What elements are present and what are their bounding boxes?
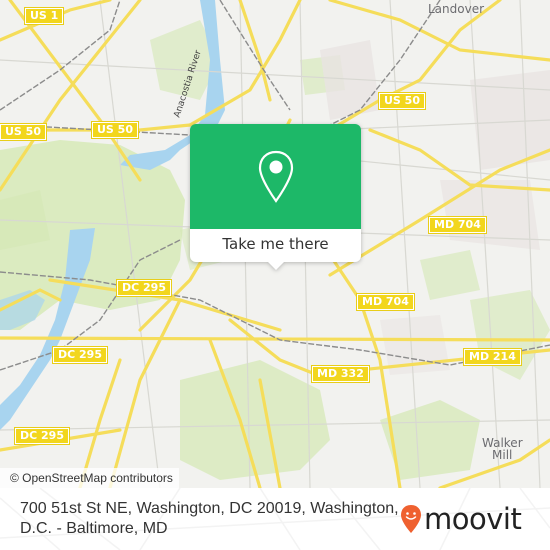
popup-header (190, 124, 361, 229)
location-popup: Take me there (190, 124, 361, 270)
route-shield-us1: US 1 (23, 7, 65, 25)
take-me-there-button[interactable]: Take me there (190, 229, 361, 262)
map-attribution[interactable]: © OpenStreetMap contributors (0, 468, 179, 488)
route-shield-md332: MD 332 (311, 365, 370, 383)
route-shield-us50-center: US 50 (91, 121, 139, 139)
moovit-logo[interactable]: moovit (400, 502, 522, 536)
route-shield-dc295-mid: DC 295 (52, 346, 108, 364)
route-shield-md704-north: MD 704 (428, 216, 487, 234)
place-label-landover: Landover (428, 2, 485, 16)
route-shield-md704-south: MD 704 (356, 293, 415, 311)
popup-tail (267, 261, 285, 270)
route-shield-md214: MD 214 (463, 348, 522, 366)
route-shield-dc295-south: DC 295 (14, 427, 70, 445)
route-shield-us50-west: US 50 (0, 123, 47, 141)
address-text: 700 51st St NE, Washington, DC 20019, Wa… (20, 500, 399, 537)
moovit-pin-icon (401, 505, 421, 533)
map-pin-icon (258, 150, 293, 203)
route-shield-dc295-north: DC 295 (116, 279, 172, 297)
place-label-mill: Mill (492, 448, 513, 462)
route-shield-us50-east: US 50 (378, 92, 426, 110)
moovit-wordmark: moovit (424, 502, 522, 536)
